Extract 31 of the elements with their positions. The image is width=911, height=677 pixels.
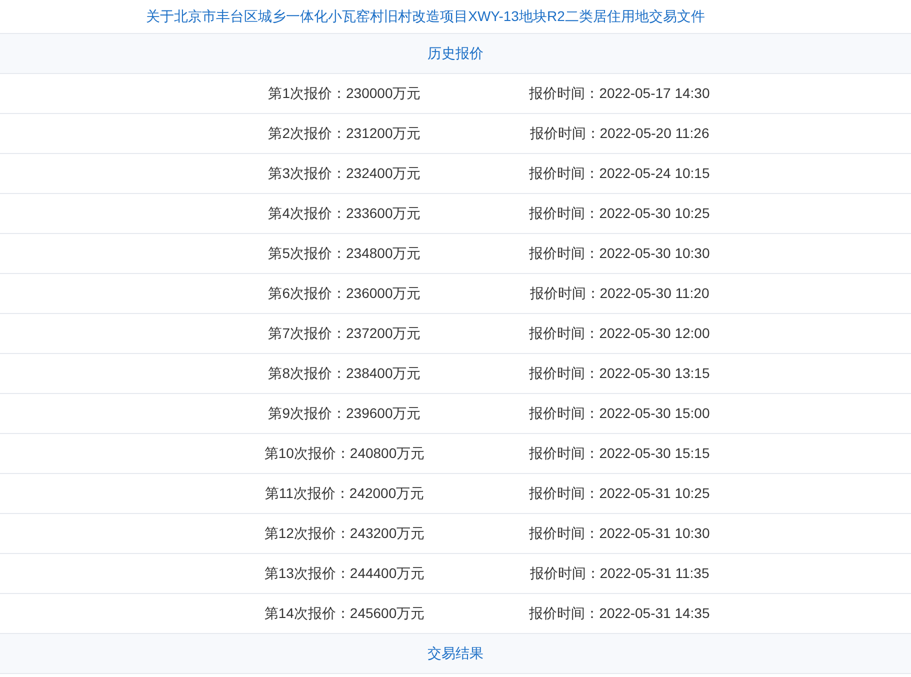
document-link[interactable]: 关于北京市丰台区城乡一体化小瓦窑村旧村改造项目XWY-13地块R2二类居住用地交易文件 [146, 8, 705, 26]
bid-price: 第3次报价：232400万元 [268, 164, 421, 182]
bid-time: 报价时间：2022-05-31 10:30 [529, 524, 710, 542]
bid-price: 第5次报价：234800万元 [268, 244, 421, 262]
bid-time: 报价时间：2022-05-30 15:15 [529, 444, 710, 462]
bid-price: 第10次报价：240800万元 [264, 444, 425, 462]
bid-time: 报价时间：2022-05-30 15:00 [529, 404, 710, 422]
bid-price: 第6次报价：236000万元 [268, 284, 421, 302]
bid-price: 第13次报价：244400万元 [264, 564, 425, 582]
section-heading: 历史报价 [428, 44, 484, 62]
bid-price: 第14次报价：245600万元 [264, 604, 425, 622]
bid-time: 报价时间：2022-05-24 10:15 [529, 164, 710, 182]
bid-time: 报价时间：2022-05-30 10:25 [529, 204, 710, 222]
bid-time: 报价时间：2022-05-30 12:00 [529, 324, 710, 342]
bid-time: 报价时间：2022-05-30 11:20 [530, 284, 710, 302]
bid-time: 报价时间：2022-05-31 10:25 [529, 484, 710, 502]
section-heading: 交易结果 [428, 644, 484, 662]
bid-price: 第12次报价：243200万元 [264, 524, 425, 542]
bid-price: 第9次报价：239600万元 [268, 404, 421, 422]
bid-price: 第2次报价：231200万元 [268, 124, 421, 142]
bid-time: 报价时间：2022-05-31 11:35 [530, 564, 710, 582]
bid-time: 报价时间：2022-05-30 13:15 [529, 364, 710, 382]
bid-price: 第1次报价：230000万元 [268, 84, 421, 102]
bid-time: 报价时间：2022-05-20 11:26 [530, 124, 710, 142]
bid-price: 第8次报价：238400万元 [268, 364, 421, 382]
bid-time: 报价时间：2022-05-31 14:35 [529, 604, 710, 622]
bid-price: 第4次报价：233600万元 [268, 204, 421, 222]
bid-price: 第11次报价：242000万元 [264, 484, 424, 502]
bid-time: 报价时间：2022-05-17 14:30 [529, 84, 710, 102]
bid-price: 第7次报价：237200万元 [268, 324, 421, 342]
bid-time: 报价时间：2022-05-30 10:30 [529, 244, 710, 262]
